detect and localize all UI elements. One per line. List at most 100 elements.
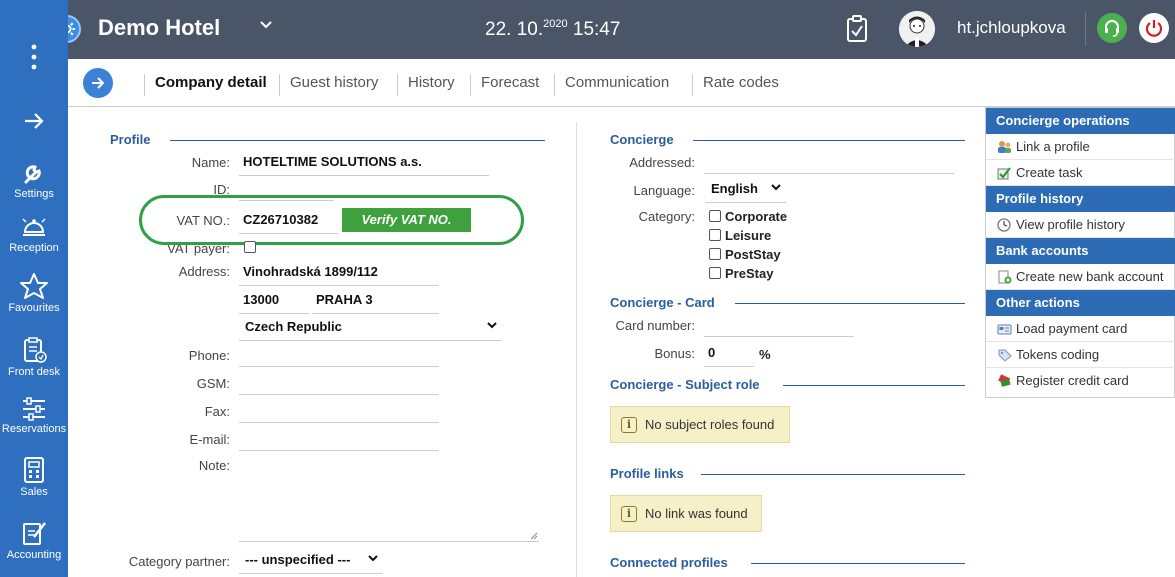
category-checkbox-corporate[interactable]: [709, 210, 721, 222]
language-label: Language:: [633, 183, 695, 198]
zip-field[interactable]: 13000: [239, 292, 309, 314]
rail-item-accounting[interactable]: Accounting: [0, 519, 68, 561]
register-credit-card-action[interactable]: Register credit card: [986, 368, 1175, 394]
profile-links-section-line: [701, 474, 965, 475]
create-bank-account-label: Create new bank account: [1016, 269, 1164, 284]
wrench-icon: [24, 165, 41, 184]
credit-card-register-icon: [998, 374, 1011, 387]
rail-item-sales[interactable]: Sales: [0, 456, 68, 498]
rail-label-favourites: Favourites: [8, 302, 60, 314]
category-partner-select[interactable]: --- unspecified ---: [239, 552, 383, 574]
no-link-text: No link was found: [645, 506, 748, 521]
rail-item-settings[interactable]: Settings: [0, 158, 68, 200]
tab-forecast[interactable]: Forecast: [470, 74, 539, 96]
country-select[interactable]: Czech Republic: [239, 319, 502, 341]
profile-links-title: Profile links: [610, 466, 684, 481]
hotel-name[interactable]: Demo Hotel: [98, 15, 220, 41]
phone-field[interactable]: [239, 345, 439, 367]
new-document-icon: [998, 270, 1012, 284]
vat-payer-checkbox[interactable]: [244, 241, 256, 253]
concierge-section-title: Concierge: [610, 132, 674, 147]
category-checkbox-leisure[interactable]: [709, 229, 721, 241]
profile-section-line: [170, 140, 545, 141]
rail-label-front-desk: Front desk: [8, 366, 60, 378]
name-label: Name:: [191, 155, 230, 170]
register-credit-card-label: Register credit card: [1016, 373, 1129, 388]
card-number-label: Card number:: [615, 318, 695, 333]
note-textarea[interactable]: [239, 460, 539, 542]
name-field[interactable]: HOTELTIME SOLUTIONS a.s.: [239, 154, 489, 176]
no-subject-roles-notice: i No subject roles found: [610, 406, 790, 443]
fax-label: Fax:: [204, 404, 230, 419]
tab-rate-codes[interactable]: Rate codes: [692, 74, 779, 96]
bonus-field[interactable]: 0: [704, 345, 754, 367]
email-field[interactable]: [239, 429, 439, 451]
subject-role-title: Concierge - Subject role: [610, 377, 760, 392]
rail-item-favourites[interactable]: Favourites: [0, 272, 68, 314]
address-label: Address:: [178, 264, 230, 279]
street-field[interactable]: Vinohradská 1899/112: [239, 264, 439, 286]
create-task-action[interactable]: Create task: [986, 160, 1175, 186]
bonus-label: Bonus:: [654, 346, 695, 361]
chevron-down-icon[interactable]: [259, 18, 273, 37]
resize-handle-icon[interactable]: [530, 532, 538, 540]
language-select[interactable]: English: [705, 181, 786, 203]
left-navigation-rail: Settings Reception Favourites Front desk…: [0, 0, 68, 577]
email-label: E-mail:: [189, 432, 230, 447]
tab-communication[interactable]: Communication: [554, 74, 669, 96]
category-checkbox-prestay[interactable]: [709, 267, 721, 279]
rail-label-settings: Settings: [14, 188, 54, 200]
tab-bar: Company detail Guest history History For…: [68, 59, 1175, 107]
card-number-field[interactable]: [704, 315, 854, 337]
view-profile-history-action[interactable]: View profile history: [986, 212, 1175, 238]
arrow-right-icon[interactable]: [83, 68, 113, 98]
username[interactable]: ht.jchloupkova: [957, 18, 1066, 38]
load-payment-card-action[interactable]: Load payment card: [986, 316, 1175, 342]
checkmark-task-icon: [997, 167, 1011, 180]
top-bar: Demo Hotel 22. 10.2020 15:47 ht.jchloupk…: [0, 0, 1175, 59]
tab-guest-history[interactable]: Guest history: [279, 74, 378, 96]
tab-history[interactable]: History: [397, 74, 455, 96]
category-checkbox-poststay[interactable]: [709, 248, 721, 260]
vat-highlight-annotation: [139, 195, 524, 245]
power-icon[interactable]: [1139, 13, 1169, 43]
create-task-label: Create task: [1016, 165, 1083, 180]
no-subject-roles-text: No subject roles found: [645, 417, 775, 432]
subject-role-section-line: [783, 385, 965, 386]
users-link-icon: [998, 141, 1011, 153]
gsm-field[interactable]: [239, 373, 439, 395]
headset-icon[interactable]: [1097, 13, 1127, 43]
profile-history-header: Profile history: [986, 186, 1175, 212]
chevron-down-icon: [486, 319, 498, 334]
rail-label-sales: Sales: [20, 486, 48, 498]
tag-icon: [998, 349, 1012, 362]
rail-item-reception[interactable]: Reception: [0, 214, 68, 254]
tokens-coding-action[interactable]: Tokens coding: [986, 342, 1175, 368]
concierge-operations-header: Concierge operations: [986, 108, 1175, 134]
rail-item-reservations[interactable]: Reservations: [0, 397, 68, 435]
bonus-unit: %: [759, 347, 771, 362]
chevron-down-icon: [770, 181, 782, 196]
avatar[interactable]: [899, 11, 935, 47]
phone-label: Phone:: [188, 348, 230, 363]
clipboard-check-icon[interactable]: [845, 15, 869, 43]
no-link-notice: i No link was found: [610, 495, 762, 532]
fax-field[interactable]: [239, 401, 439, 423]
concierge-card-title: Concierge - Card: [610, 295, 715, 310]
link-profile-action[interactable]: Link a profile: [986, 134, 1175, 160]
more-menu-icon[interactable]: [0, 44, 68, 73]
date-text: 22. 10.: [485, 19, 544, 40]
date-year: 2020: [543, 18, 568, 30]
city-field[interactable]: PRAHA 3: [312, 292, 439, 314]
addressed-label: Addressed:: [629, 155, 695, 170]
link-profile-label: Link a profile: [1016, 139, 1090, 154]
star-icon: [20, 273, 48, 299]
rail-item-front-desk[interactable]: Front desk: [0, 336, 68, 378]
category-partner-label: Category partner:: [128, 554, 230, 569]
addressed-field[interactable]: [704, 152, 954, 174]
card-section-line: [735, 303, 965, 304]
tab-company-detail[interactable]: Company detail: [144, 74, 267, 96]
language-value: English: [711, 181, 758, 196]
expand-arrow-icon[interactable]: [0, 112, 68, 133]
create-bank-account-action[interactable]: Create new bank account: [986, 264, 1175, 290]
